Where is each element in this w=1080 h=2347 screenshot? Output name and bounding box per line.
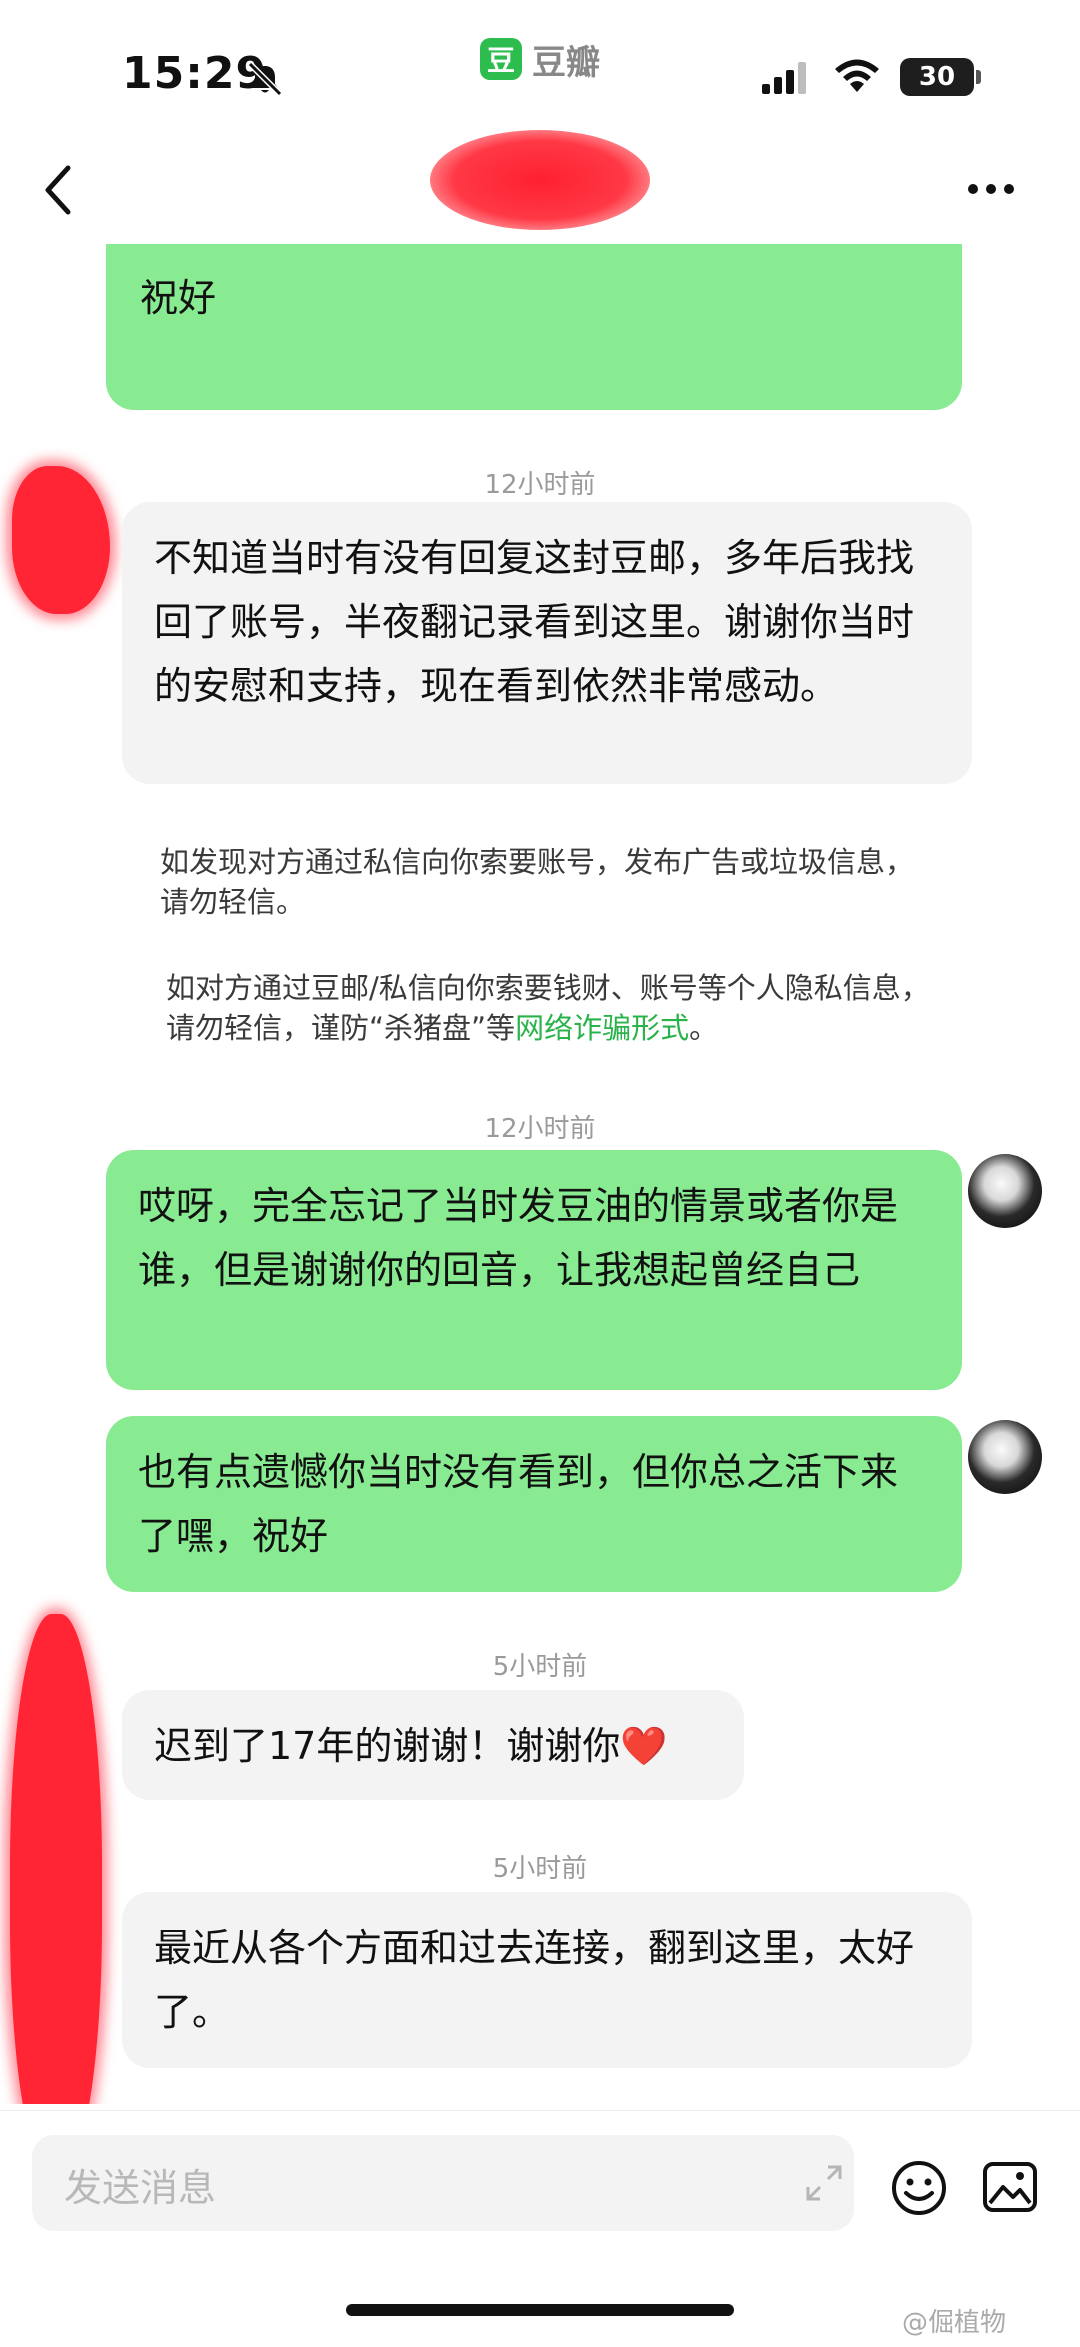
message-timestamp: 5小时前	[492, 1652, 588, 1682]
message-bubble-mine[interactable]: 哎呀，完全忘记了当时发豆油的情景或者你是谁，但是谢谢你的回音，让我想起曾经自己	[106, 1150, 962, 1390]
message-bubble-theirs[interactable]: 迟到了17年的谢谢！谢谢你❤️	[122, 1690, 744, 1800]
message-bubble-mine[interactable]: 祝好	[106, 244, 962, 410]
chevron-left-icon[interactable]	[36, 160, 86, 220]
message-bubble-theirs[interactable]: 不知道当时有没有回复这封豆邮，多年后我找回了账号，半夜翻记录看到这里。谢谢你当时…	[122, 502, 972, 784]
message-timestamp: 12小时前	[484, 1114, 596, 1144]
message-timestamp: 5小时前	[492, 1854, 588, 1884]
avatar	[968, 1154, 1042, 1228]
fraud-info-link[interactable]: 网络诈骗形式	[515, 1011, 689, 1045]
battery-nub	[976, 70, 981, 84]
app-logo: 豆	[480, 38, 522, 80]
app-name: 豆瓣	[532, 42, 600, 83]
message-input-placeholder: 发送消息	[64, 2166, 217, 2210]
message-input[interactable]: 发送消息	[32, 2135, 854, 2231]
expand-icon[interactable]	[802, 2161, 846, 2205]
image-icon[interactable]	[982, 2161, 1038, 2213]
avatar	[968, 1420, 1042, 1494]
app-badge[interactable]: 豆 豆瓣	[480, 36, 600, 83]
safety-notice-fraud: 如对方通过豆邮/私信向你索要钱财、账号等个人隐私信息，请勿轻信，谨防“杀猪盘”等…	[166, 968, 940, 1048]
message-timestamp: 12小时前	[484, 470, 596, 500]
redacted-contact-name	[430, 130, 650, 230]
watermark: @倔植物	[902, 2308, 1007, 2338]
bell-slash-icon	[247, 61, 283, 97]
more-icon[interactable]	[968, 184, 1014, 194]
message-bubble-theirs[interactable]: 最近从各个方面和过去连接，翻到这里，太好了。	[122, 1892, 972, 2068]
status-bar: 15:29 豆 豆瓣 30	[0, 0, 1080, 140]
message-list[interactable]: 祝好 12小时前 不知道当时有没有回复这封豆邮，多年后我找回了账号，半夜翻记录看…	[0, 244, 1080, 2104]
battery-indicator: 30	[900, 58, 974, 96]
safety-notice: 如发现对方通过私信向你索要账号，发布广告或垃圾信息，请勿轻信。	[160, 845, 915, 919]
chat-screen: 15:29 豆 豆瓣 30 祝好 12小时前 不知道当时有没有回复这封豆邮，多年…	[0, 0, 1080, 2347]
emoji-icon[interactable]	[890, 2159, 948, 2217]
message-bubble-mine[interactable]: 也有点遗憾你当时没有看到，但你总之活下来了嘿，祝好	[106, 1416, 962, 1592]
home-indicator[interactable]	[346, 2304, 734, 2316]
wifi-icon	[835, 59, 879, 92]
notice-suffix: 。	[689, 1011, 719, 1045]
signal-icon	[762, 62, 806, 94]
